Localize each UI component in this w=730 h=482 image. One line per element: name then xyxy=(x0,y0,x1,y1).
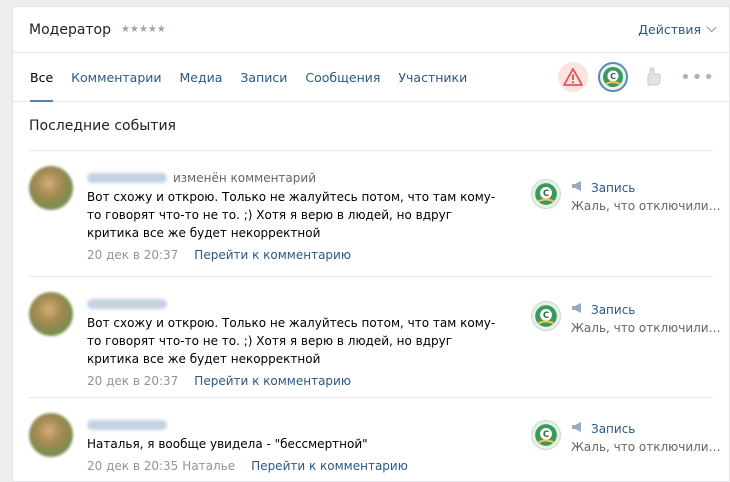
event-item: Наталья, я вообще увидела - "бессмертной… xyxy=(29,398,721,481)
author-name-blurred[interactable] xyxy=(87,419,167,430)
tab-media[interactable]: Медиа xyxy=(171,53,232,101)
group-avatar[interactable]: C xyxy=(531,301,561,331)
svg-text:C: C xyxy=(610,72,616,81)
author-name-blurred[interactable] xyxy=(87,172,167,183)
rating-stars: ★★★★★ xyxy=(121,24,166,35)
event-date[interactable]: 20 дек в 20:35 xyxy=(87,459,178,473)
svg-text:C: C xyxy=(543,311,549,321)
page-title: Модератор xyxy=(29,21,112,38)
avatar[interactable] xyxy=(29,292,73,336)
author-name-blurred[interactable] xyxy=(87,298,167,309)
tab-all[interactable]: Все xyxy=(21,53,62,102)
reply-to[interactable]: Наталье xyxy=(182,459,235,473)
group-avatar[interactable]: C xyxy=(531,420,561,450)
more-icon[interactable]: ••• xyxy=(678,67,717,88)
group-avatar[interactable]: C xyxy=(531,179,561,209)
megaphone-icon xyxy=(571,179,585,197)
target-snippet[interactable]: Жаль, что отключили к... xyxy=(571,438,721,456)
actions-dropdown[interactable]: Действия xyxy=(638,22,717,37)
hand-filter-icon[interactable] xyxy=(638,62,669,92)
goto-comment-link[interactable]: Перейти к комментарию xyxy=(251,459,408,473)
goto-comment-link[interactable]: Перейти к комментарию xyxy=(194,248,351,262)
moderator-card: Модератор ★★★★★ Действия Все Комментарии… xyxy=(12,6,730,482)
target-type-link[interactable]: Запись xyxy=(591,179,635,197)
target-snippet[interactable]: Жаль, что отключили к... xyxy=(571,197,721,215)
comment-text: Вот схожу и открою. Только не жалуйтесь … xyxy=(87,190,496,240)
svg-text:C: C xyxy=(543,430,549,440)
event-date[interactable]: 20 дек в 20:37 xyxy=(87,248,178,262)
comment-text: Наталья, я вообще увидела - "бессмертной… xyxy=(87,437,368,451)
card-header: Модератор ★★★★★ Действия xyxy=(13,7,729,53)
tab-members[interactable]: Участники xyxy=(389,53,476,101)
chevron-down-icon xyxy=(706,22,717,33)
actions-label: Действия xyxy=(638,22,701,37)
event-item: Вот схожу и открою. Только не жалуйтесь … xyxy=(29,277,721,398)
tab-posts[interactable]: Записи xyxy=(231,53,296,101)
event-action: изменён комментарий xyxy=(173,170,316,185)
avatar[interactable] xyxy=(29,166,73,210)
target-type-link[interactable]: Запись xyxy=(591,301,635,319)
section-title: Последние события xyxy=(29,118,176,134)
megaphone-icon xyxy=(571,301,585,319)
event-date[interactable]: 20 дек в 20:37 xyxy=(87,374,178,388)
moderator-filter-icon[interactable]: C xyxy=(598,62,629,92)
goto-comment-link[interactable]: Перейти к комментарию xyxy=(194,374,351,388)
tab-comments[interactable]: Комментарии xyxy=(62,53,170,101)
svg-text:C: C xyxy=(543,189,549,199)
target-type-link[interactable]: Запись xyxy=(591,420,635,438)
avatar[interactable] xyxy=(29,413,73,457)
event-item: изменён комментарий Вот схожу и открою. … xyxy=(29,151,721,277)
megaphone-icon xyxy=(571,420,585,438)
warning-filter-icon[interactable] xyxy=(558,62,589,92)
target-snippet[interactable]: Жаль, что отключили к... xyxy=(571,319,721,337)
comment-text: Вот схожу и открою. Только не жалуйтесь … xyxy=(87,316,496,366)
tab-bar: Все Комментарии Медиа Записи Сообщения У… xyxy=(13,53,729,102)
tab-messages[interactable]: Сообщения xyxy=(296,53,389,101)
